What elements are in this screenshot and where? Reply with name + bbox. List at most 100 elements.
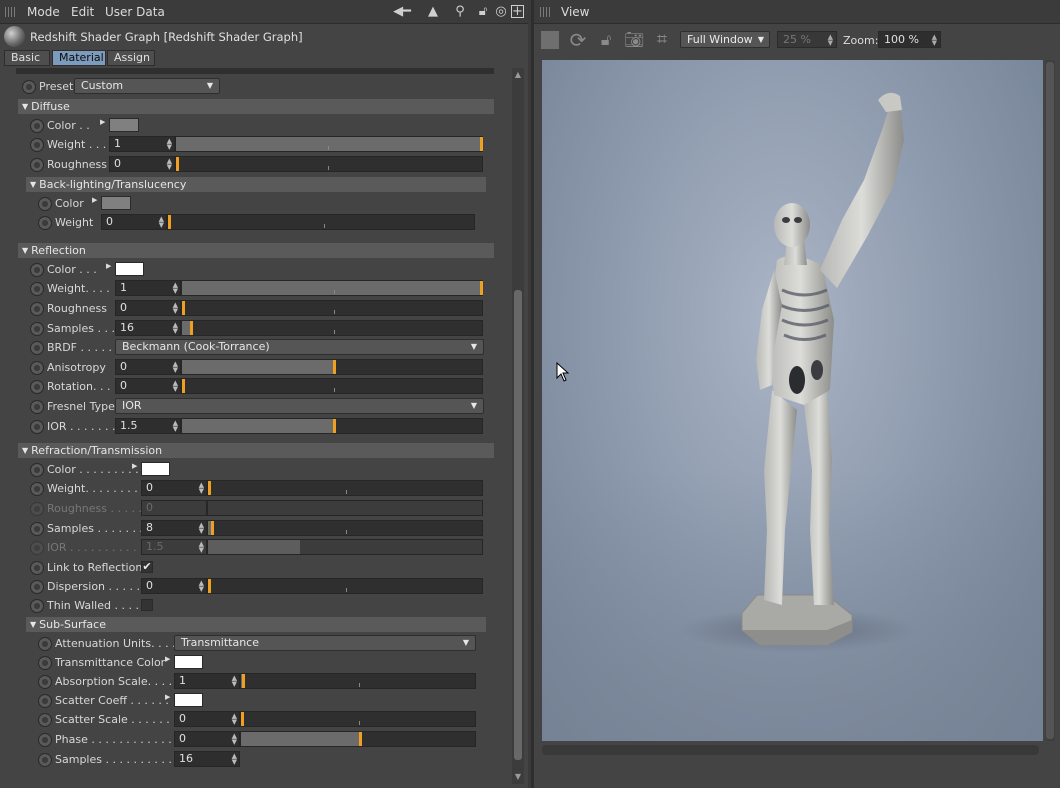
crop-icon[interactable]: ⌗ <box>652 31 672 49</box>
scatter-scale-slider[interactable] <box>240 711 476 727</box>
refl-anisotropy-field[interactable]: 0 ▲ ▼ <box>115 359 181 375</box>
spinner-icon[interactable]: ▲ ▼ <box>173 380 178 393</box>
dispersion-slider[interactable] <box>207 578 483 594</box>
refr-color-radio[interactable] <box>30 463 44 477</box>
refl-rotation-field[interactable]: 0 ▲ ▼ <box>115 378 181 394</box>
diffuse-weight-field[interactable]: 1 ▲ ▼ <box>109 136 175 152</box>
window-mode-dropdown[interactable]: Full Window ▼ <box>680 31 770 48</box>
panel-grip-icon[interactable] <box>540 7 552 17</box>
phase-radio[interactable] <box>38 733 52 747</box>
spinner-icon[interactable]: ▲ ▼ <box>232 753 237 766</box>
backlight-weight-radio[interactable] <box>38 216 52 230</box>
reflection-header[interactable]: ▼ Reflection <box>18 243 494 258</box>
refraction-header[interactable]: ▼ Refraction/Transmission <box>18 443 494 458</box>
refl-roughness-radio[interactable] <box>30 302 44 316</box>
spinner-icon[interactable]: ▲ ▼ <box>167 138 172 151</box>
refr-ior-radio[interactable] <box>30 541 44 555</box>
search-icon[interactable]: ⚲ <box>452 4 468 20</box>
link-reflection-radio[interactable] <box>30 561 44 575</box>
refr-roughness-radio[interactable] <box>30 502 44 516</box>
sss-samples-field[interactable]: 16 ▲ ▼ <box>174 751 240 767</box>
camera-icon[interactable]: 📷︎ <box>624 31 644 49</box>
spinner-icon[interactable]: ▲ ▼ <box>199 580 204 593</box>
diffuse-roughness-radio[interactable] <box>30 158 44 172</box>
diffuse-color-radio[interactable] <box>30 119 44 133</box>
refl-weight-radio[interactable] <box>30 282 44 296</box>
expand-triangle-icon[interactable]: ▶ <box>132 462 137 470</box>
scatter-coeff-radio[interactable] <box>38 694 52 708</box>
lock-icon[interactable]: 🔓︎ <box>596 31 616 49</box>
refr-color-swatch[interactable] <box>141 462 170 476</box>
pointer-icon[interactable]: ▲ <box>425 4 441 20</box>
spinner-icon[interactable]: ▲ ▼ <box>159 216 164 229</box>
trans-color-swatch[interactable] <box>174 655 203 669</box>
thin-walled-radio[interactable] <box>30 599 44 613</box>
scatter-scale-radio[interactable] <box>38 713 52 727</box>
link-reflection-checkbox[interactable]: ✔ <box>141 561 153 573</box>
expand-triangle-icon[interactable]: ▶ <box>100 118 105 126</box>
atten-units-dropdown[interactable]: Transmittance ▼ <box>174 635 476 651</box>
spinner-icon[interactable]: ▲ ▼ <box>173 361 178 374</box>
fresnel-type-dropdown[interactable]: IOR ▼ <box>115 398 484 414</box>
diffuse-roughness-field[interactable]: 0 ▲ ▼ <box>109 156 175 172</box>
lock-icon[interactable]: 🔓︎ <box>475 4 491 20</box>
refl-color-radio[interactable] <box>30 263 44 277</box>
thin-walled-checkbox[interactable] <box>141 599 153 611</box>
zoom-field[interactable]: 100 % ▲ ▼ <box>878 31 941 48</box>
refl-weight-field[interactable]: 1 ▲ ▼ <box>115 280 181 296</box>
spinner-icon[interactable]: ▲ ▼ <box>232 675 237 688</box>
scroll-up-icon[interactable]: ▲ <box>512 70 524 80</box>
expand-triangle-icon[interactable]: ▶ <box>92 196 97 204</box>
target-icon[interactable]: ◎ <box>493 4 509 20</box>
refl-ior-field[interactable]: 1.5 ▲ ▼ <box>115 418 181 434</box>
brdf-dropdown[interactable]: Beckmann (Cook-Torrance) ▼ <box>115 339 484 355</box>
refl-samples-radio[interactable] <box>30 322 44 336</box>
refr-samples-slider[interactable] <box>207 520 483 536</box>
refl-anisotropy-slider[interactable] <box>181 359 483 375</box>
scatter-coeff-swatch[interactable] <box>174 693 203 707</box>
backlight-color-radio[interactable] <box>38 197 52 211</box>
absorption-field[interactable]: 1 ▲ ▼ <box>174 673 240 689</box>
backlight-weight-slider[interactable] <box>167 214 475 230</box>
diffuse-roughness-slider[interactable] <box>175 156 483 172</box>
backlight-color-swatch[interactable] <box>101 196 131 210</box>
refl-samples-field[interactable]: 16 ▲ ▼ <box>115 320 181 336</box>
diffuse-weight-slider[interactable] <box>175 136 483 152</box>
refl-roughness-field[interactable]: 0 ▲ ▼ <box>115 300 181 316</box>
refl-fresnel-radio[interactable] <box>30 400 44 414</box>
refl-roughness-slider[interactable] <box>181 300 483 316</box>
stop-icon[interactable] <box>541 31 559 49</box>
refl-ior-radio[interactable] <box>30 420 44 434</box>
spinner-icon[interactable]: ▲ ▼ <box>167 158 172 171</box>
attributes-scrollbar[interactable]: ▲ ▼ <box>512 68 524 784</box>
absorption-slider[interactable] <box>240 673 476 689</box>
scroll-down-icon[interactable]: ▼ <box>512 772 524 782</box>
spinner-icon[interactable]: ▲ ▼ <box>173 282 178 295</box>
spinner-icon[interactable]: ▲ ▼ <box>232 713 237 726</box>
expand-triangle-icon[interactable]: ▶ <box>165 693 170 701</box>
refresh-icon[interactable]: ⟳ <box>568 30 588 50</box>
diffuse-header[interactable]: ▼ Diffuse <box>18 99 494 114</box>
refl-brdf-radio[interactable] <box>30 341 44 355</box>
phase-field[interactable]: 0 ▲ ▼ <box>174 731 240 747</box>
refl-rotation-slider[interactable] <box>181 378 483 394</box>
refl-rotation-radio[interactable] <box>30 380 44 394</box>
dispersion-radio[interactable] <box>30 580 44 594</box>
sss-samples-radio[interactable] <box>38 753 52 767</box>
refr-weight-radio[interactable] <box>30 482 44 496</box>
refl-color-swatch[interactable] <box>115 262 144 276</box>
spinner-icon[interactable]: ▲ ▼ <box>232 733 237 746</box>
spinner-icon[interactable]: ▲ ▼ <box>932 34 937 47</box>
spinner-icon[interactable]: ▲ ▼ <box>199 522 204 535</box>
panel-grip-icon[interactable] <box>5 7 17 17</box>
refl-anisotropy-radio[interactable] <box>30 361 44 375</box>
spinner-icon[interactable]: ▲ ▼ <box>173 420 178 433</box>
expand-triangle-icon[interactable]: ▶ <box>165 655 170 663</box>
scrollbar-thumb[interactable] <box>514 290 522 760</box>
spinner-icon[interactable]: ▲ ▼ <box>173 302 178 315</box>
tab-basic[interactable]: Basic <box>4 50 50 66</box>
back-arrow-icon[interactable]: ◀━ <box>384 4 420 20</box>
expand-triangle-icon[interactable]: ▶ <box>106 262 111 270</box>
view-horizontal-scrollbar[interactable] <box>542 745 1039 755</box>
menu-user-data[interactable]: User Data <box>105 5 165 19</box>
